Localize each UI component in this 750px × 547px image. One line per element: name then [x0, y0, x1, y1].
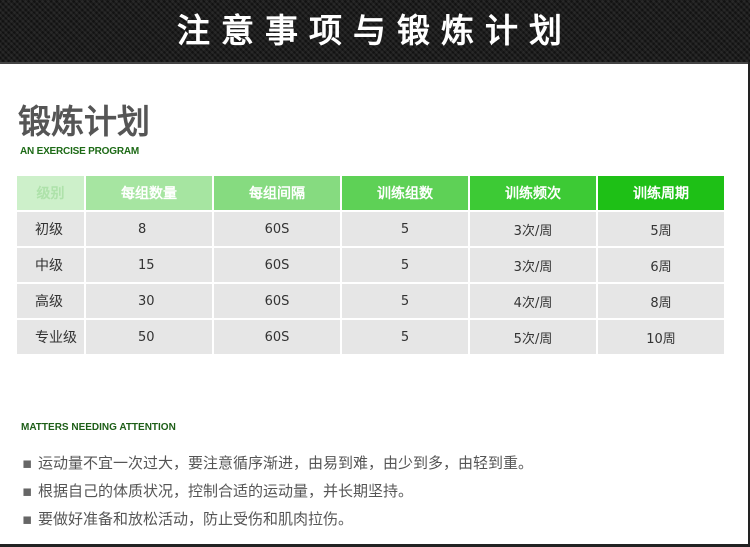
cell-interval: 60S [214, 320, 342, 356]
cell-level: 中级 [17, 248, 86, 284]
cell-level: 初级 [17, 212, 86, 248]
bullet-icon: ▪ [22, 482, 33, 500]
cell-interval: 60S [214, 248, 342, 284]
header-level: 级别 [17, 176, 86, 212]
table-row: 初级 8 60S 5 3次/周 5周 [17, 212, 724, 248]
list-item-text: 要做好准备和放松活动，防止受伤和肌肉拉伤。 [38, 510, 354, 528]
bullet-icon: ▪ [22, 454, 33, 472]
header-frequency: 训练频次 [470, 176, 598, 212]
table-row: 高级 30 60S 5 4次/周 8周 [17, 284, 724, 320]
table-header-row: 级别 每组数量 每组间隔 训练组数 训练频次 训练周期 [17, 176, 724, 212]
cell-reps: 8 [86, 212, 214, 248]
bullet-icon: ▪ [22, 510, 33, 528]
list-item: ▪ 根据自己的体质状况，控制合适的运动量，并长期坚持。 [22, 477, 533, 505]
cell-sets: 5 [342, 212, 470, 248]
header-reps-per-set: 每组数量 [86, 176, 214, 212]
table-row: 中级 15 60S 5 3次/周 6周 [17, 248, 724, 284]
cell-interval: 60S [214, 284, 342, 320]
top-banner: 注意事项与锻炼计划 [0, 0, 750, 64]
cell-reps: 15 [86, 248, 214, 284]
list-item: ▪ 要做好准备和放松活动，防止受伤和肌肉拉伤。 [22, 505, 533, 533]
cell-frequency: 5次/周 [470, 320, 598, 356]
cell-reps: 50 [86, 320, 214, 356]
table-row: 专业级 50 60S 5 5次/周 10周 [17, 320, 724, 356]
cell-level: 专业级 [17, 320, 86, 356]
cell-duration: 6周 [598, 248, 724, 284]
section-title: 锻炼计划 [18, 102, 150, 141]
section-subtitle: AN EXERCISE PROGRAM [20, 146, 139, 157]
cell-reps: 30 [86, 284, 214, 320]
banner-title: 注意事项与锻炼计划 [177, 11, 573, 50]
cell-frequency: 4次/周 [470, 284, 598, 320]
list-item-text: 运动量不宜一次过大，要注意循序渐进，由易到难，由少到多，由轻到重。 [38, 454, 534, 472]
cell-duration: 10周 [598, 320, 724, 356]
list-item-text: 根据自己的体质状况，控制合适的运动量，并长期坚持。 [38, 482, 414, 500]
cell-level: 高级 [17, 284, 86, 320]
cell-interval: 60S [214, 212, 342, 248]
attention-list: ▪ 运动量不宜一次过大，要注意循序渐进，由易到难，由少到多，由轻到重。 ▪ 根据自己… [22, 449, 533, 533]
cell-sets: 5 [342, 320, 470, 356]
cell-sets: 5 [342, 248, 470, 284]
attention-heading: MATTERS NEEDING ATTENTION [21, 422, 176, 433]
cell-duration: 8周 [598, 284, 724, 320]
cell-frequency: 3次/周 [470, 248, 598, 284]
header-rest-interval: 每组间隔 [214, 176, 342, 212]
cell-frequency: 3次/周 [470, 212, 598, 248]
list-item: ▪ 运动量不宜一次过大，要注意循序渐进，由易到难，由少到多，由轻到重。 [22, 449, 533, 477]
header-duration: 训练周期 [598, 176, 724, 212]
cell-duration: 5周 [598, 212, 724, 248]
header-sets: 训练组数 [342, 176, 470, 212]
cell-sets: 5 [342, 284, 470, 320]
exercise-plan-table: 级别 每组数量 每组间隔 训练组数 训练频次 训练周期 初级 8 60S 5 3… [17, 176, 724, 356]
